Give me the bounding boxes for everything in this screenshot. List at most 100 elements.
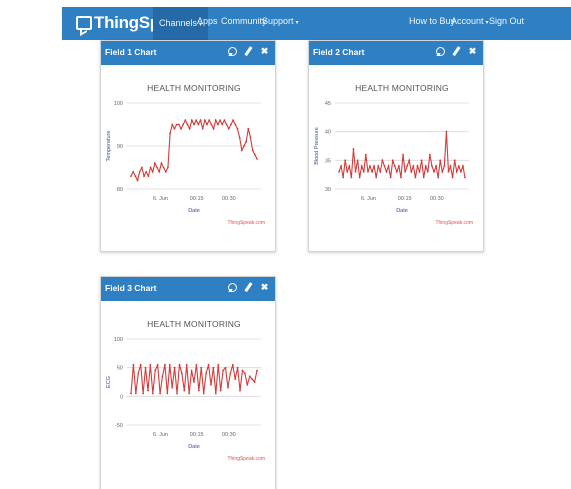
x-tick-label: 6. Jun (153, 432, 168, 438)
data-point (441, 170, 444, 173)
data-point (134, 392, 137, 395)
data-point (402, 153, 404, 156)
data-point (173, 366, 176, 369)
field-2-chart-panel: Field 2 Chart ✖ HEALTH MONITORING 45 40 35 3… (308, 40, 484, 252)
data-point (420, 159, 423, 162)
data-point (236, 127, 239, 130)
data-point (362, 170, 365, 173)
data-point (247, 127, 250, 130)
data-point (236, 366, 239, 369)
data-point (182, 123, 185, 126)
data-point (352, 147, 355, 150)
close-icon[interactable]: ✖ (468, 46, 477, 57)
data-point (176, 392, 178, 395)
data-point (143, 175, 145, 177)
data-point (387, 165, 390, 167)
series-line (338, 131, 466, 178)
data-point (142, 392, 145, 395)
data-point (185, 363, 188, 366)
data-point (234, 123, 237, 126)
data-point (212, 366, 215, 369)
data-point (241, 369, 244, 372)
edit-icon[interactable] (244, 282, 253, 293)
chart-title: HEALTH MONITORING (147, 83, 241, 93)
data-point (159, 392, 161, 395)
data-point (164, 170, 167, 173)
data-point (238, 136, 241, 139)
data-point (183, 389, 186, 392)
y-tick-label: 35 (325, 158, 331, 164)
x-tick-label: 00:30 (430, 196, 444, 202)
x-tick-label: 6. Jun (361, 196, 376, 202)
data-point (225, 123, 228, 126)
panel-tools: ✖ (436, 46, 477, 57)
data-point (207, 363, 210, 366)
nav-community-label: Community (221, 16, 267, 26)
data-point (249, 136, 252, 139)
data-point (248, 375, 251, 378)
data-point (227, 127, 230, 130)
data-point (201, 127, 204, 130)
y-tick-label: 30 (325, 187, 331, 193)
y-axis-label: ECG (106, 376, 112, 388)
data-point (230, 123, 232, 126)
panel-tools: ✖ (228, 282, 269, 293)
comment-icon[interactable] (228, 46, 237, 57)
data-point (245, 140, 248, 143)
data-point (445, 130, 448, 133)
y-tick-label: 100 (114, 101, 123, 107)
data-point (256, 158, 258, 160)
data-point (134, 175, 137, 177)
nav-channels-label: Channels (159, 18, 198, 28)
data-point (367, 170, 369, 173)
panel-title: Field 2 Chart (313, 47, 365, 57)
data-point (180, 372, 183, 375)
data-point (206, 123, 208, 126)
data-point (175, 123, 178, 126)
data-point (412, 165, 415, 167)
data-point (240, 149, 243, 152)
data-point (203, 119, 206, 122)
data-point (395, 170, 398, 173)
panel-title: Field 1 Chart (105, 47, 157, 57)
data-point (186, 123, 189, 126)
data-point (200, 366, 203, 369)
data-point (178, 363, 181, 366)
data-point (346, 170, 349, 173)
nav-support[interactable]: Support ▾ (262, 16, 299, 26)
data-point (381, 159, 384, 162)
nav-sign-out[interactable]: Sign Out (489, 16, 524, 26)
data-point (433, 170, 435, 173)
x-tick-label: 6. Jun (153, 196, 168, 202)
x-axis-label: Date (188, 208, 200, 214)
data-point (393, 165, 396, 167)
data-point (149, 363, 152, 366)
data-point (414, 176, 417, 179)
nav-apps[interactable]: Apps (197, 16, 218, 26)
close-icon[interactable]: ✖ (260, 46, 269, 57)
panel-title: Field 3 Chart (105, 283, 157, 293)
chart-credit-link[interactable]: ThingSpeak.com (435, 220, 473, 226)
data-point (377, 165, 380, 167)
data-point (439, 159, 442, 162)
comment-icon[interactable] (436, 46, 445, 57)
data-point (437, 176, 440, 179)
y-axis-label: Temperature (106, 131, 112, 162)
x-tick-label: 00:30 (222, 432, 236, 438)
data-point (243, 372, 246, 375)
data-point (219, 119, 221, 122)
nav-how-to-buy[interactable]: How to Buy (409, 16, 455, 26)
data-point (358, 176, 361, 179)
edit-icon[interactable] (452, 46, 461, 57)
nav-community[interactable]: Community (221, 16, 267, 26)
data-point (222, 369, 224, 372)
nav-account[interactable]: Account ▾ (451, 16, 489, 26)
edit-icon[interactable] (244, 46, 253, 57)
close-icon[interactable]: ✖ (260, 282, 269, 293)
data-point (443, 165, 446, 167)
data-point (234, 378, 237, 381)
data-point (210, 123, 213, 126)
chart-credit-link[interactable]: ThingSpeak.com (227, 456, 265, 462)
comment-icon[interactable] (228, 282, 237, 293)
chart-credit-link[interactable]: ThingSpeak.com (227, 220, 265, 226)
